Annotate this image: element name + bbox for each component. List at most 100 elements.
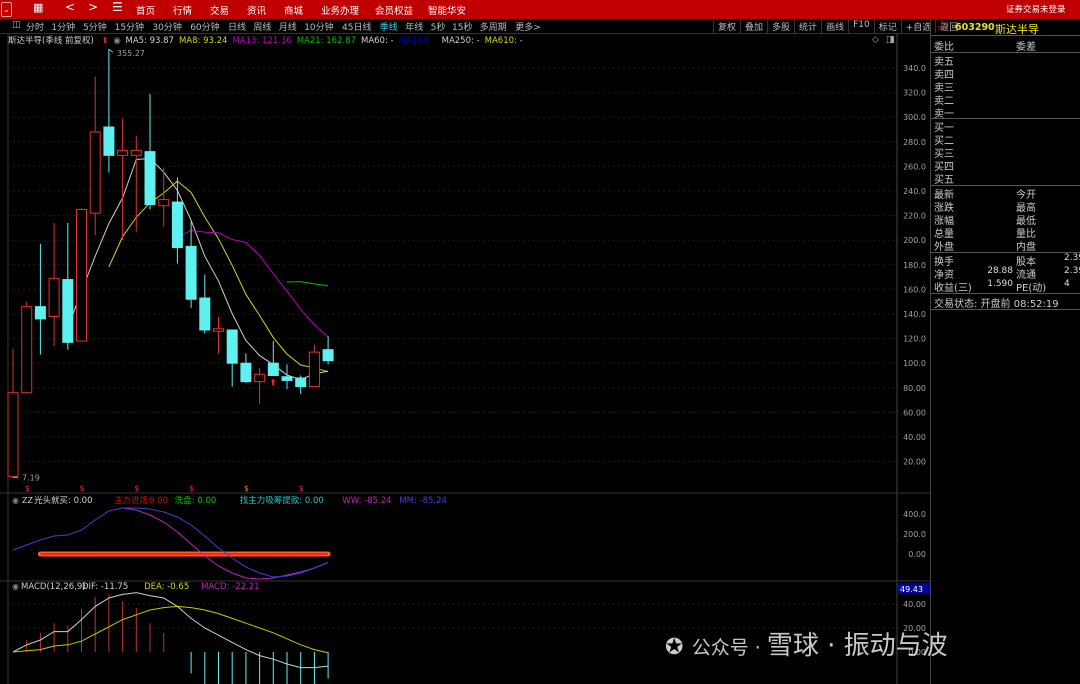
kline-chart[interactable]: 20.00 40.00 60.00 80.00 100.0 120.0 140.0 160.0… (0, 0, 930, 684)
divider (931, 293, 1080, 294)
candle-body (226, 329, 238, 364)
candle-body (76, 208, 87, 342)
trade-status: 交易状态: 开盘前 08:52:19 (934, 299, 1059, 310)
candle (76, 208, 87, 342)
candle-body (62, 279, 74, 343)
candle-body (254, 373, 266, 383)
price-tick: 260.0 (903, 162, 926, 171)
candle-body (295, 377, 307, 388)
label: 收益(三) (934, 283, 972, 294)
mm-line (12, 507, 329, 578)
dif-line (12, 592, 329, 669)
candle (254, 368, 266, 404)
candle (281, 364, 293, 390)
zz-legend: ◉ ZZ 光头就买: 0.00 主力进场 0.00 洗盘: 0.00 找主力吸筹提款: 0.… (12, 495, 447, 506)
value: 2.39 (1064, 266, 1080, 276)
quote-row: 涨幅 最低 (934, 212, 1080, 227)
quote-row: 卖三 (934, 79, 1080, 94)
badge-bottom: 500 (938, 26, 948, 32)
candle-body (199, 297, 211, 331)
macd-legend-item: DEA: -0.65 (144, 582, 189, 592)
value: 28.88 (987, 266, 1013, 276)
value: 2.39 (1064, 253, 1080, 263)
collapse-icon: ◉ (12, 582, 19, 591)
candle-body (117, 149, 129, 156)
zz-legend-item: 0.00 (149, 496, 168, 506)
price-tick: 220.0 (903, 212, 926, 221)
price-tick: 200.0 (903, 236, 926, 245)
candle-body (267, 362, 279, 377)
price-tick: 20.00 (903, 458, 926, 467)
high-label: 355.27 (117, 49, 145, 58)
login-status[interactable]: 证券交易未登录 (1006, 3, 1066, 15)
macd-tick: 40.00 (903, 600, 926, 609)
price-tick: 180.0 (903, 261, 926, 270)
label: 内盘 (1016, 242, 1036, 253)
candle-body (322, 349, 334, 362)
candle (240, 353, 252, 383)
candle-body (144, 151, 156, 206)
candle (144, 93, 156, 210)
low-label: 7.19 (22, 473, 40, 482)
quote-row: 卖一 (934, 105, 1080, 120)
quote-row: 交易状态: 开盘前 08:52:19 (934, 295, 1080, 310)
zz-tick: 0.00 (908, 550, 926, 559)
buy-level: 买五 (934, 175, 954, 186)
price-tick: 320.0 (903, 89, 926, 98)
r500-badge: R 500 (938, 22, 948, 32)
candle (185, 221, 197, 308)
candle (295, 375, 307, 394)
zz-legend-item: 洗盘: 0.00 (175, 495, 217, 506)
candle (199, 274, 211, 334)
quote-row: 净资28.88流通2.39 (934, 266, 1080, 281)
candle-body (103, 126, 115, 156)
candle (322, 336, 334, 365)
candle-body (48, 277, 60, 317)
price-tick: 140.0 (903, 310, 926, 319)
collapse-icon: ◉ (12, 496, 19, 505)
macd-legend-item: DIF: -11.75 (82, 582, 128, 592)
price-tick: 40.00 (903, 433, 926, 442)
high-pointer (108, 48, 114, 53)
quote-row: 委比 委差 (934, 38, 1080, 53)
candle (308, 344, 320, 388)
signal-marker: $ (299, 484, 304, 493)
candle-body (34, 306, 46, 320)
candle (7, 348, 19, 478)
quote-row: 买一 (934, 119, 1080, 134)
watermark-text-1: 公众号 · (691, 637, 767, 659)
price-tick: 100.0 (903, 359, 926, 368)
candle-body (308, 351, 320, 388)
quote-panel: R 500 603290 斯达半导 委比 委差 卖五 卖四 卖三 卖二 卖一 买一 买二 买三 买四… (930, 19, 1080, 684)
signal-marker: $ (244, 484, 249, 493)
price-tick: 300.0 (903, 113, 926, 122)
signal-marker: $ (80, 484, 85, 493)
candle (48, 222, 60, 346)
dea-line (12, 605, 329, 654)
label: 委比 (934, 42, 954, 53)
price-tick: 340.0 (903, 64, 926, 73)
candle (267, 341, 279, 377)
quote-row: 换手股本2.39 (934, 253, 1080, 268)
current-value: 49.43 (900, 585, 923, 594)
quote-row: 卖四 (934, 66, 1080, 81)
macd-legend: ◉ MACD(12,26,9)DIF: -11.75 DEA: -0.65 MACD:… (12, 582, 260, 592)
price-tick: 280.0 (903, 138, 926, 147)
candle (117, 118, 129, 241)
signal-marker: $ (25, 484, 30, 493)
wechat-icon: ✪ (665, 635, 684, 660)
quote-row: 卖五 (934, 53, 1080, 68)
zz-tick: 200.0 (903, 530, 926, 539)
label: PE(动) (1016, 283, 1047, 294)
divider (931, 309, 1080, 310)
candle-body (7, 392, 19, 477)
candle (62, 222, 74, 350)
price-tick: 120.0 (903, 335, 926, 344)
price-tick: 160.0 (903, 285, 926, 294)
quote-row: 最新 今开 (934, 186, 1080, 201)
quote-row: 买五 (934, 171, 1080, 186)
macd-title: MACD(12,26,9) (21, 582, 86, 592)
value: 4 (1064, 279, 1070, 289)
candle-body (240, 362, 252, 383)
buy-arrow-icon: ⬆ (269, 378, 277, 388)
